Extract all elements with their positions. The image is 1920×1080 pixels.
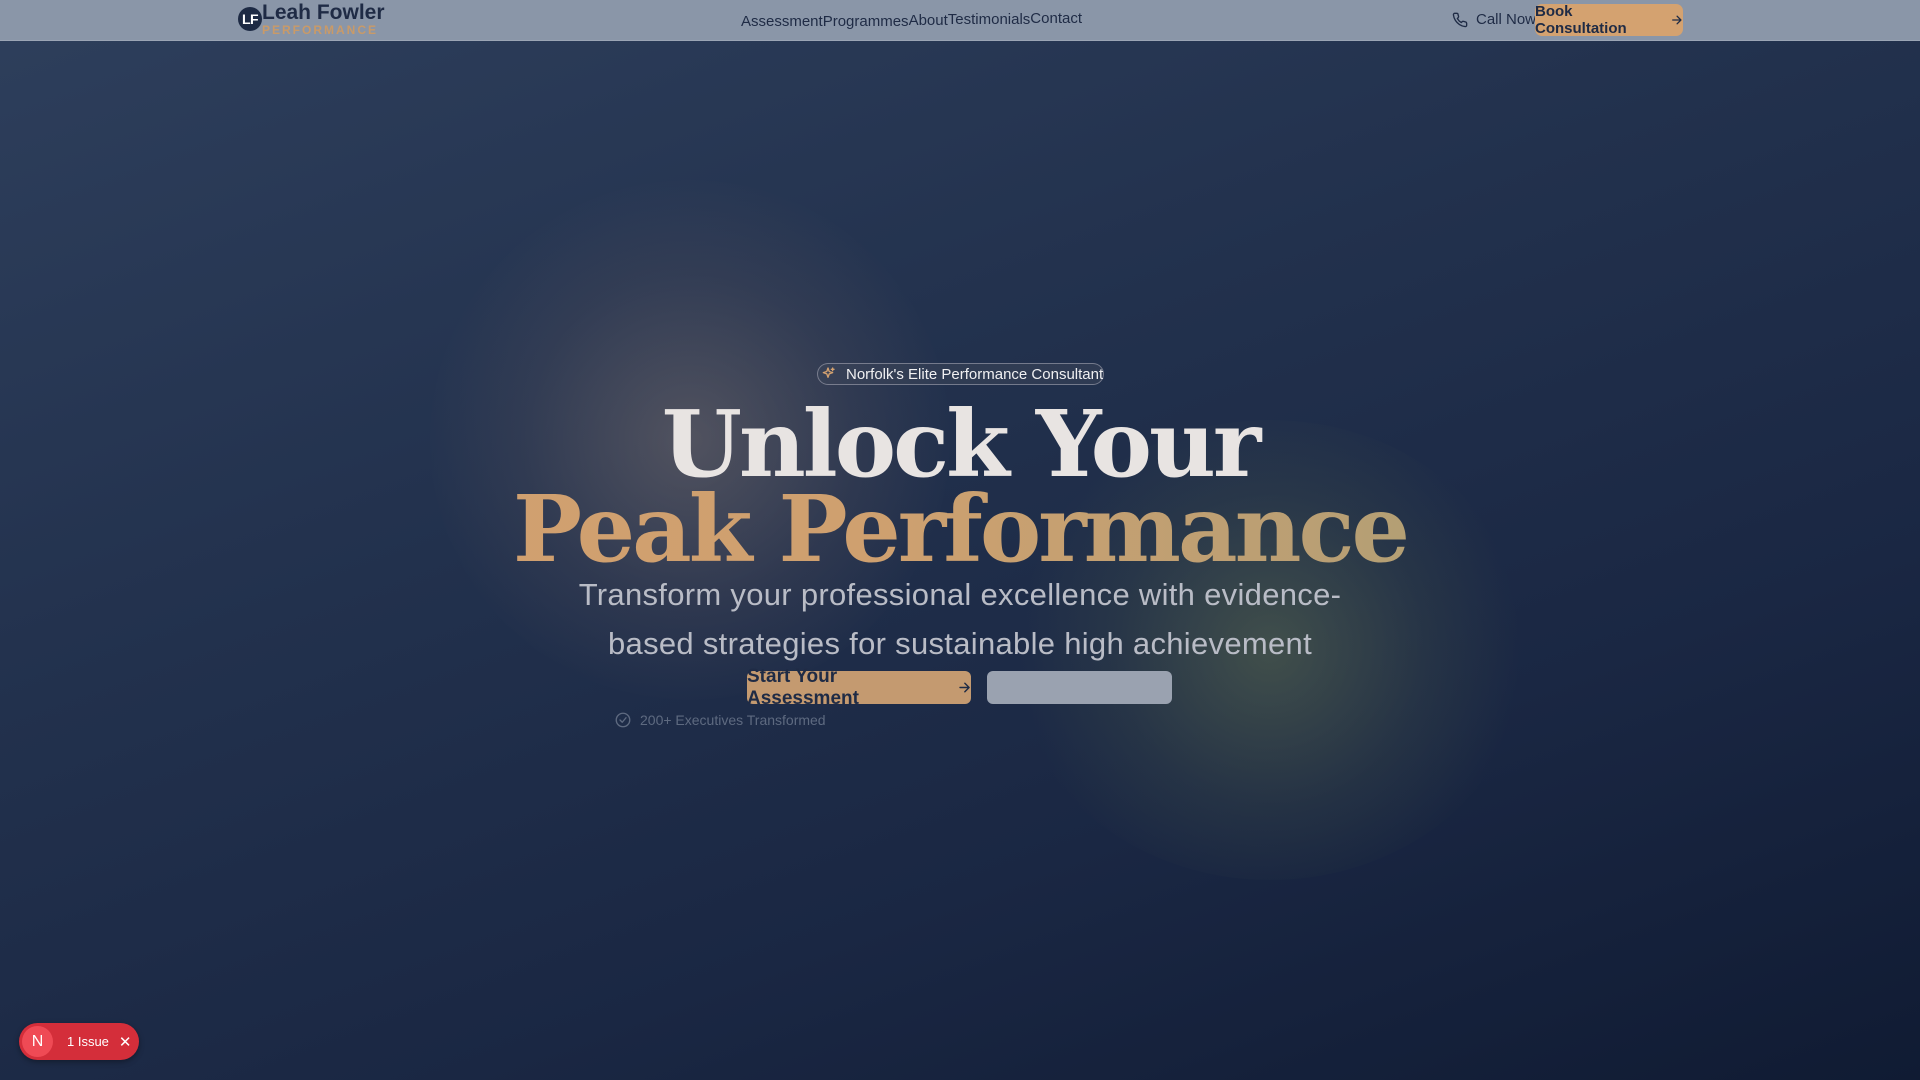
close-icon[interactable]: ✕	[119, 1033, 132, 1051]
start-assessment-label: Start Your Assessment	[747, 665, 859, 709]
book-consultation-label: Book Consultation	[1535, 3, 1627, 37]
nav-link-programmes[interactable]: Programmes	[823, 13, 909, 30]
check-circle-icon	[615, 712, 631, 728]
call-now-label: Call Now	[1476, 11, 1537, 28]
issues-count-label: 1 Issue	[67, 1034, 109, 1049]
hero-title-line-2: Peak Performance	[0, 474, 1920, 584]
secondary-cta-button[interactable]	[987, 671, 1172, 704]
nav-link-testimonials[interactable]: Testimonials	[948, 11, 1031, 28]
hero-title-line-2-text: Peak Performance	[512, 475, 1408, 583]
main-nav: Assessment Programmes About Testimonials…	[741, 0, 1082, 41]
logo-text: Leah Fowler PERFORMANCE	[262, 2, 385, 36]
logo-mark: LF	[238, 7, 262, 31]
dev-issues-badge[interactable]: N 1 Issue ✕	[19, 1023, 139, 1060]
hero-badge: Norfolk's Elite Performance Consultant	[817, 363, 1105, 385]
logo-name: Leah Fowler	[262, 1, 385, 24]
logo-sub: PERFORMANCE	[262, 23, 379, 37]
arrow-right-icon	[958, 682, 970, 693]
start-assessment-button[interactable]: Start Your Assessment	[747, 666, 971, 709]
book-consultation-button[interactable]: Book Consultation	[1535, 3, 1683, 37]
call-now-link[interactable]: Call Now	[1452, 11, 1536, 28]
next-logo-icon: N	[22, 1026, 53, 1057]
logo[interactable]: LF Leah Fowler PERFORMANCE	[238, 2, 385, 40]
site-header: LF Leah Fowler PERFORMANCE Assessment Pr…	[0, 0, 1920, 41]
hero-subtitle: Transform your professional excellence w…	[578, 577, 1342, 661]
hero-badge-text: Norfolk's Elite Performance Consultant	[846, 365, 1104, 383]
arrow-right-icon	[1671, 15, 1682, 25]
nav-link-assessment[interactable]: Assessment	[741, 13, 823, 30]
trust-indicator-label: 200+ Executives Transformed	[640, 712, 826, 728]
phone-icon	[1452, 12, 1468, 27]
nav-link-about[interactable]: About	[909, 12, 948, 29]
trust-indicator-executives: 200+ Executives Transformed	[614, 711, 826, 729]
nav-link-contact[interactable]: Contact	[1030, 10, 1082, 27]
sparkle-icon	[818, 364, 838, 384]
